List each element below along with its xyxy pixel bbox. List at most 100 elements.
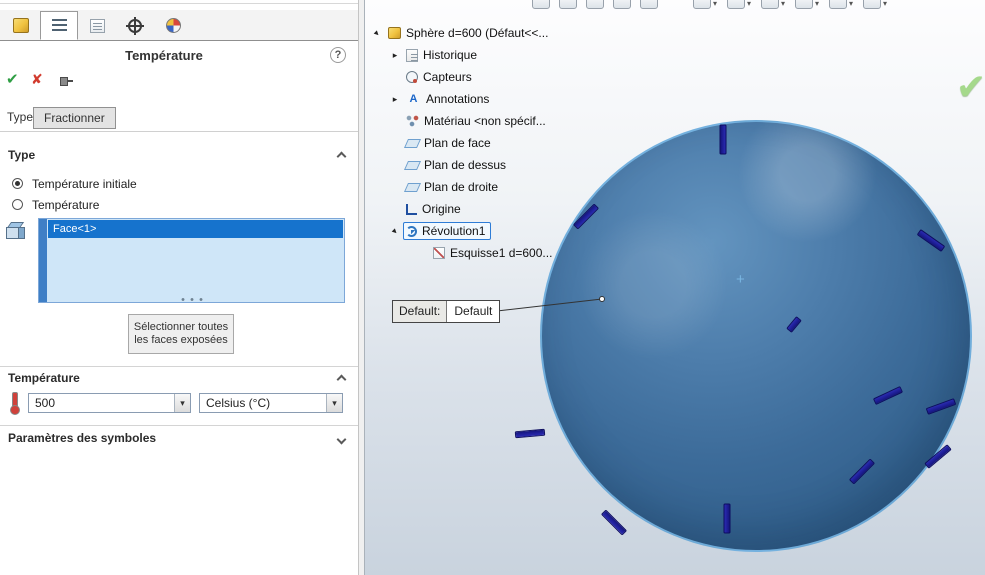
tree-item[interactable]: ▸ Historique xyxy=(367,44,558,66)
appearances-icon[interactable] xyxy=(795,0,813,9)
radio-button-icon[interactable] xyxy=(12,199,23,210)
tree-item[interactable]: ▸ A Annotations xyxy=(367,88,558,110)
panel-divider xyxy=(358,0,365,575)
tree-item[interactable]: Esquisse1 d=600... xyxy=(367,242,558,264)
twisty-collapsed-icon[interactable]: ▸ xyxy=(387,50,403,61)
sketch-icon xyxy=(433,247,445,259)
view-settings-icon[interactable] xyxy=(863,0,881,9)
radio-button-icon[interactable] xyxy=(12,178,23,189)
tree-item-content: Sphère d=600 (Défaut<<... xyxy=(385,24,554,42)
type-group-label: Type xyxy=(8,148,36,162)
tree-item[interactable]: Plan de face xyxy=(367,132,558,154)
view-orientation-icon[interactable] xyxy=(693,0,711,9)
panel-tab-configurationmanager-tab[interactable] xyxy=(78,11,116,40)
section-view-icon[interactable] xyxy=(613,0,631,9)
ok-check-button[interactable]: ✔ xyxy=(6,70,19,88)
temperature-symbol-icon[interactable] xyxy=(600,508,628,536)
radio-temperature[interactable]: Température xyxy=(12,197,99,212)
tree-item[interactable]: Matériau <non spécif... xyxy=(367,110,558,132)
zoom-to-fit-icon[interactable] xyxy=(532,0,550,9)
tab-type[interactable]: Type xyxy=(7,110,33,124)
dropdown-caret-icon[interactable]: ▾ xyxy=(849,0,853,8)
keep-visible-pin-button[interactable] xyxy=(58,74,74,88)
tree-item[interactable]: ▸ Révolution1 xyxy=(367,220,558,242)
tree-item[interactable]: Plan de dessus xyxy=(367,154,558,176)
plane-icon xyxy=(403,138,422,148)
scene-icon[interactable] xyxy=(829,0,847,9)
dropdown-caret-icon[interactable]: ▾ xyxy=(815,0,819,8)
tree-item[interactable]: Capteurs xyxy=(367,66,558,88)
tree-item-label: Capteurs xyxy=(423,70,472,84)
dropdown-arrow-icon[interactable]: ▾ xyxy=(174,394,190,412)
tab-fractionner[interactable]: Fractionner xyxy=(33,107,116,129)
resize-grip-icon[interactable] xyxy=(179,298,204,301)
confirmation-check-icon[interactable]: ✔ xyxy=(956,66,985,108)
filter-icon[interactable] xyxy=(640,0,658,9)
radio-initial-temperature[interactable]: Température initiale xyxy=(12,176,137,191)
history-icon xyxy=(406,48,418,62)
symbol-settings-group-header: Paramètres des symboles xyxy=(0,431,358,449)
tree-item-content: Origine xyxy=(403,200,467,218)
tree-item[interactable]: Plan de droite xyxy=(367,176,558,198)
panel-tab-propertymanager-tab[interactable] xyxy=(40,11,78,40)
plane-icon xyxy=(403,160,422,170)
panel-tab-featuremanager-tab[interactable] xyxy=(2,11,40,40)
faces-selection-listbox[interactable]: Face<1> xyxy=(38,218,345,303)
expand-chevron-icon[interactable] xyxy=(336,434,347,445)
dropdown-caret-icon[interactable]: ▾ xyxy=(713,0,717,8)
panel-tab-displaymanager-tab[interactable] xyxy=(154,11,192,40)
twisty-expanded-icon[interactable]: ▸ xyxy=(385,221,404,240)
center-point-icon: + xyxy=(736,271,745,288)
tree-item-content: Révolution1 xyxy=(403,222,492,240)
group-separator xyxy=(0,425,358,426)
previous-view-icon[interactable] xyxy=(586,0,604,9)
dropdown-caret-icon[interactable]: ▾ xyxy=(883,0,887,8)
dimxpertmanager-tab-icon xyxy=(126,16,144,35)
tree-item-content: Plan de droite xyxy=(403,178,504,196)
configuration-callout[interactable]: Default: Default xyxy=(392,300,501,323)
temperature-value-combo[interactable]: 500 ▾ xyxy=(28,393,191,413)
tree-item[interactable]: ▸ Sphère d=600 (Défaut<<... xyxy=(367,22,558,44)
selection-list-item[interactable]: Face<1> xyxy=(48,220,343,238)
display-style-icon[interactable] xyxy=(727,0,745,9)
selection-items-list: Face<1> xyxy=(47,219,344,239)
revolve-icon xyxy=(406,225,417,237)
tree-item-label: Esquisse1 d=600... xyxy=(450,246,553,260)
twisty-expanded-icon[interactable]: ▸ xyxy=(367,23,386,42)
hide-show-items-icon[interactable] xyxy=(761,0,779,9)
tree-item[interactable]: Origine xyxy=(367,198,558,220)
propertymanager-tab-icon xyxy=(51,19,67,32)
pm-subtabs: Type Fractionner xyxy=(0,103,358,132)
temperature-symbol-icon[interactable] xyxy=(514,428,546,438)
temperature-symbol-icon[interactable] xyxy=(719,124,727,154)
callout-value: Default xyxy=(447,301,500,322)
dropdown-caret-icon[interactable]: ▾ xyxy=(781,0,785,8)
dropdown-arrow-icon[interactable]: ▾ xyxy=(326,394,342,412)
temperature-unit-combo[interactable]: Celsius (°C) ▾ xyxy=(199,393,343,413)
panel-tab-dimxpertmanager-tab[interactable] xyxy=(116,11,154,40)
top-divider xyxy=(0,3,358,4)
plane-icon xyxy=(403,182,422,192)
tree-item-label: Historique xyxy=(423,48,478,62)
configurationmanager-tab-icon xyxy=(89,18,105,33)
tree-item-content: Matériau <non spécif... xyxy=(403,112,552,130)
help-icon[interactable]: ? xyxy=(330,47,346,63)
tree-item-label: Plan de face xyxy=(424,136,491,150)
featuremanager-tab-icon xyxy=(13,18,29,33)
temperature-symbol-icon[interactable] xyxy=(723,503,731,533)
tree-item-content: Esquisse1 d=600... xyxy=(430,244,558,262)
dropdown-caret-icon[interactable]: ▾ xyxy=(747,0,751,8)
zoom-to-area-icon[interactable] xyxy=(559,0,577,9)
collapse-chevron-icon[interactable] xyxy=(336,374,347,385)
face-selection-icon xyxy=(6,222,26,240)
select-all-exposed-faces-button[interactable]: Sélectionner toutes les faces exposées xyxy=(128,314,234,354)
sphere-model[interactable] xyxy=(540,120,972,552)
annotations-icon: A xyxy=(409,93,418,105)
temperature-value: 500 xyxy=(35,396,56,410)
graphics-viewport[interactable]: ▾ ▾ ▾ ▾ ▾ ▾ ▸ Sphère d=600 (Défaut<<... ▸ Histor… xyxy=(365,0,985,575)
cancel-x-button[interactable]: ✘ xyxy=(31,71,43,88)
collapse-chevron-icon[interactable] xyxy=(336,151,347,162)
temperature-unit: Celsius (°C) xyxy=(206,396,271,410)
twisty-collapsed-icon[interactable]: ▸ xyxy=(387,94,403,105)
radio-label: Température initiale xyxy=(32,176,137,191)
